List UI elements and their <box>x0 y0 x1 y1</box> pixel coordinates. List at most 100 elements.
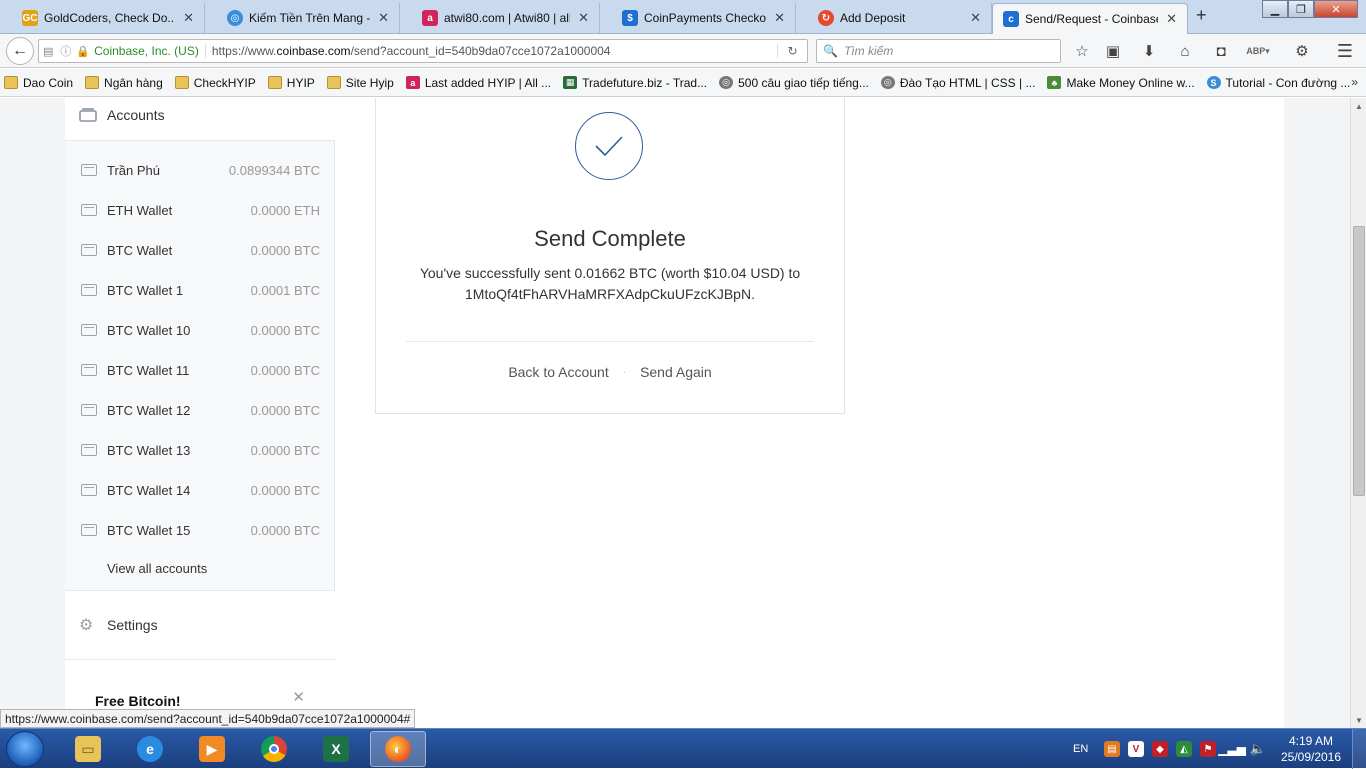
sidebar-account-btc-wallet-10[interactable]: BTC Wallet 10 0.0000 BTC <box>65 310 335 350</box>
bookmark-label: Make Money Online w... <box>1066 75 1195 90</box>
sidebar-account-btc-wallet-13[interactable]: BTC Wallet 13 0.0000 BTC <box>65 430 335 470</box>
close-tab-icon[interactable]: ✕ <box>578 10 589 26</box>
firefox-icon: ◐ <box>385 736 411 762</box>
back-button[interactable]: ← <box>6 37 34 65</box>
menu-icon[interactable]: ☰ <box>1335 41 1355 61</box>
tray-shield-icon[interactable]: ◆ <box>1152 741 1168 757</box>
taskbar-chrome[interactable] <box>246 731 302 767</box>
reload-icon[interactable]: ↻ <box>777 44 807 58</box>
scrollbar-thumb[interactable] <box>1353 226 1365 496</box>
tab-title: atwi80.com | Atwi80 | all... <box>444 11 571 25</box>
show-desktop-button[interactable] <box>1352 729 1366 769</box>
bookmark-hyip[interactable]: HYIP <box>267 76 315 90</box>
scroll-down-icon[interactable]: ▼ <box>1351 712 1366 728</box>
taskbar-internet-explorer[interactable]: e <box>122 731 178 767</box>
gear-icon: ⚙ <box>79 617 94 634</box>
close-tab-icon[interactable]: ✕ <box>1166 11 1177 27</box>
send-complete-card: Send Complete You've successfully sent 0… <box>375 98 845 414</box>
result-actions: Back to Account · Send Again <box>376 364 844 380</box>
adblock-icon[interactable]: ABP▾ <box>1246 41 1270 61</box>
tradefuture-icon: ▦ <box>563 76 578 89</box>
sidebar-settings[interactable]: ⚙ Settings <box>65 590 335 660</box>
bookmark-tradefuture[interactable]: ▦ Tradefuture.biz - Trad... <box>563 76 707 90</box>
tab-coinpayments[interactable]: $ CoinPayments Checkout ✕ <box>600 3 796 33</box>
close-tab-icon[interactable]: ✕ <box>378 10 389 26</box>
bookmark-make-money[interactable]: ♣ Make Money Online w... <box>1047 75 1195 90</box>
sidebar-account-btc-wallet-12[interactable]: BTC Wallet 12 0.0000 BTC <box>65 390 335 430</box>
bookmark-last-added-hyip[interactable]: a Last added HYIP | All ... <box>405 76 551 90</box>
bookmark-star-icon[interactable]: ☆ <box>1072 41 1092 61</box>
tray-v-icon[interactable]: V <box>1128 741 1144 757</box>
sidebar-account-tran-phu[interactable]: Trần Phú 0.0899344 BTC <box>65 150 335 190</box>
tray-network-app-icon[interactable]: ◭ <box>1176 741 1192 757</box>
bookmark-dao-tao-html[interactable]: ◎ Đào Tạo HTML | CSS | ... <box>880 76 1035 90</box>
tab-kiem-tien[interactable]: ◎ Kiếm Tiền Trên Mang - ... ✕ <box>205 3 400 33</box>
close-tab-icon[interactable]: ✕ <box>970 10 981 26</box>
bookmark-checkhyip[interactable]: CheckHYIP <box>174 76 256 90</box>
sidebar-account-btc-wallet[interactable]: BTC Wallet 0.0000 BTC <box>65 230 335 270</box>
bookmarks-menu-icon[interactable]: ▣ <box>1103 41 1123 61</box>
bookmark-label: Tutorial - Con đường ... <box>1225 75 1351 90</box>
signal-icon[interactable]: ▁▃▅ <box>1218 741 1246 757</box>
taskbar-media-player[interactable]: ▶ <box>184 731 240 767</box>
divider <box>406 341 814 342</box>
bookmark-tutorial[interactable]: S Tutorial - Con đường ... <box>1206 75 1351 90</box>
download-icon[interactable]: ⬇ <box>1139 41 1159 61</box>
tray-app-icon[interactable]: ▤ <box>1104 741 1120 757</box>
send-again-link[interactable]: Send Again <box>640 364 712 380</box>
taskbar-excel[interactable]: X <box>308 731 364 767</box>
tray-flag-icon[interactable]: ⚑ <box>1200 741 1216 757</box>
url-text[interactable]: https://www.coinbase.com/send?account_id… <box>212 44 777 58</box>
tab-goldcoders[interactable]: GC GoldCoders, Check Do... ✕ <box>0 3 205 33</box>
bookmark-label: Site Hyip <box>345 75 394 90</box>
pocket-icon[interactable]: ◘ <box>1211 41 1231 61</box>
back-to-account-link[interactable]: Back to Account <box>508 364 608 380</box>
taskbar-firefox[interactable]: ◐ <box>370 731 426 767</box>
maximize-icon[interactable]: ❐ <box>1288 0 1314 18</box>
tab-add-deposit[interactable]: ↻ Add Deposit ✕ <box>796 3 992 33</box>
pages-icon[interactable]: ▤ <box>43 45 53 58</box>
tab-atwi80[interactable]: a atwi80.com | Atwi80 | all... ✕ <box>400 3 600 33</box>
new-tab-button[interactable]: + <box>1196 5 1207 26</box>
coinbase-icon: c <box>1003 11 1019 27</box>
sidebar-account-eth-wallet[interactable]: ETH Wallet 0.0000 ETH <box>65 190 335 230</box>
view-all-accounts-link[interactable]: View all accounts <box>107 561 207 576</box>
extension-icon[interactable]: ⚙ <box>1292 41 1312 61</box>
volume-icon[interactable]: 🔈 <box>1250 741 1266 757</box>
wallet-icon <box>81 444 97 456</box>
folder-icon <box>326 76 341 89</box>
sidebar-account-btc-wallet-15[interactable]: BTC Wallet 15 0.0000 BTC <box>65 510 335 550</box>
bookmark-site-hyip[interactable]: Site Hyip <box>326 75 394 90</box>
search-input[interactable]: 🔍 Tìm kiếm <box>816 39 1061 63</box>
bookmark-500-cau[interactable]: ◎ 500 câu giao tiếp tiếng... <box>719 76 869 90</box>
separator: · <box>622 366 627 378</box>
chevron-right-icon[interactable]: » <box>1351 75 1358 89</box>
taskbar-explorer[interactable]: ▭ <box>60 731 116 767</box>
sidebar-account-btc-wallet-1[interactable]: BTC Wallet 1 0.0001 BTC <box>65 270 335 310</box>
start-button[interactable] <box>6 731 44 767</box>
sidebar-accounts-header[interactable]: Accounts <box>65 98 335 141</box>
address-bar[interactable]: ▤ ⓘ 🔒 Coinbase, Inc. (US) https://www.co… <box>38 39 808 63</box>
home-icon[interactable]: ⌂ <box>1175 41 1195 61</box>
bookmark-ngan-hang[interactable]: Ngân hàng <box>85 76 163 90</box>
close-window-icon[interactable]: ✕ <box>1314 0 1358 18</box>
taskbar-clock[interactable]: 4:19 AM 25/09/2016 <box>1276 733 1346 765</box>
vertical-scrollbar[interactable]: ▲ ▼ <box>1350 98 1366 728</box>
minimize-icon[interactable]: ▁ <box>1262 0 1288 18</box>
scroll-up-icon[interactable]: ▲ <box>1351 98 1366 114</box>
language-indicator[interactable]: EN <box>1073 729 1088 769</box>
close-tab-icon[interactable]: ✕ <box>183 10 194 26</box>
site-identity[interactable]: Coinbase, Inc. (US) <box>94 44 206 58</box>
message-line-1: You've successfully sent 0.01662 BTC (wo… <box>419 265 801 281</box>
close-tab-icon[interactable]: ✕ <box>774 10 785 26</box>
sidebar-account-btc-wallet-11[interactable]: BTC Wallet 11 0.0000 BTC <box>65 350 335 390</box>
tab-coinbase-active[interactable]: c Send/Request - Coinbase ✕ <box>992 3 1188 34</box>
close-icon[interactable]: ✕ <box>292 688 305 706</box>
tab-title: Add Deposit <box>840 11 906 25</box>
bookmark-label: Ngân hàng <box>104 75 163 90</box>
sidebar-account-btc-wallet-14[interactable]: BTC Wallet 14 0.0000 BTC <box>65 470 335 510</box>
account-balance: 0.0000 BTC <box>250 362 320 378</box>
account-balance: 0.0000 ETH <box>250 202 320 218</box>
info-icon[interactable]: ⓘ <box>60 43 71 59</box>
bookmark-dao-coin[interactable]: Dao Coin <box>4 76 73 90</box>
